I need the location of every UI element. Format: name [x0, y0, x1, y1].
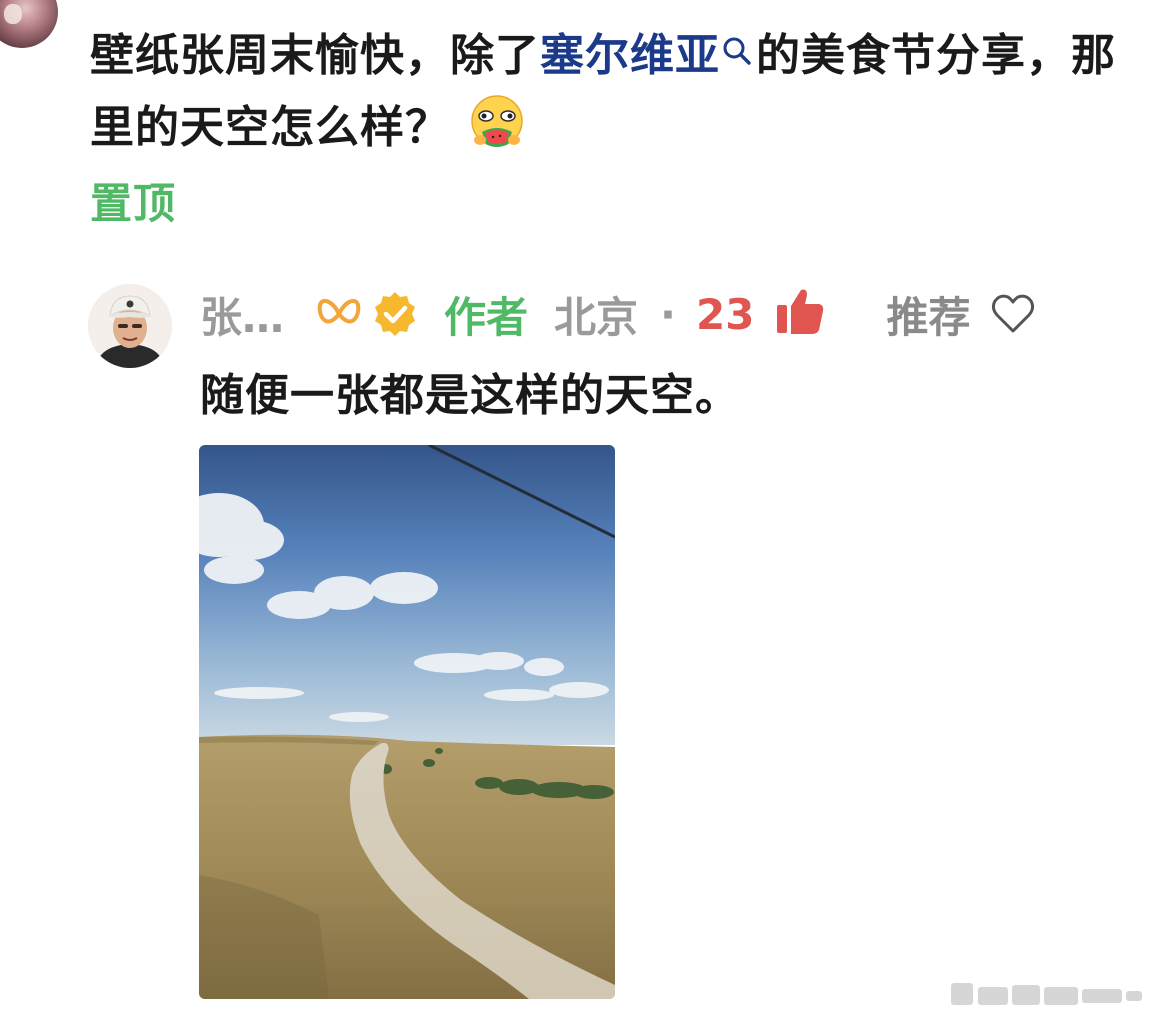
author-tag: 作者 — [444, 292, 529, 342]
avatar-photo — [88, 284, 172, 368]
pinned-label: 置顶 — [90, 179, 177, 228]
parent-comment-text: 壁纸张周末愉快，除了塞尔维亚 的美食节分享，那里的天空怎么样？ — [90, 20, 1120, 164]
reply-photo[interactable] — [199, 445, 615, 999]
thumbs-up-icon[interactable] — [774, 285, 826, 337]
search-icon[interactable] — [720, 34, 754, 74]
reply-location: 北京 — [554, 292, 639, 342]
membership-badge-icon[interactable] — [314, 289, 364, 339]
recommend-label[interactable]: 推荐 — [886, 284, 970, 345]
verified-badge-icon[interactable] — [370, 289, 420, 339]
reply-author-avatar[interactable] — [88, 284, 172, 368]
reply-header: 张… 作者 北京 · 23 推荐 — [200, 284, 1120, 344]
like-count: 23 — [696, 289, 755, 339]
landscape-photo-image — [199, 445, 615, 999]
parent-commenter-avatar[interactable] — [0, 0, 58, 48]
heart-icon[interactable] — [990, 291, 1036, 337]
reply-text: 随便一张都是这样的天空。 — [200, 370, 740, 421]
comment-text-before: 壁纸张周末愉快，除了 — [90, 30, 540, 81]
watermelon-eating-face-emoji — [471, 95, 523, 147]
reply-author-name[interactable]: 张… — [200, 284, 284, 345]
separator-dot: · — [660, 289, 677, 339]
watermark-logo — [951, 983, 1142, 1005]
topic-link[interactable]: 塞尔维亚 — [540, 30, 720, 81]
